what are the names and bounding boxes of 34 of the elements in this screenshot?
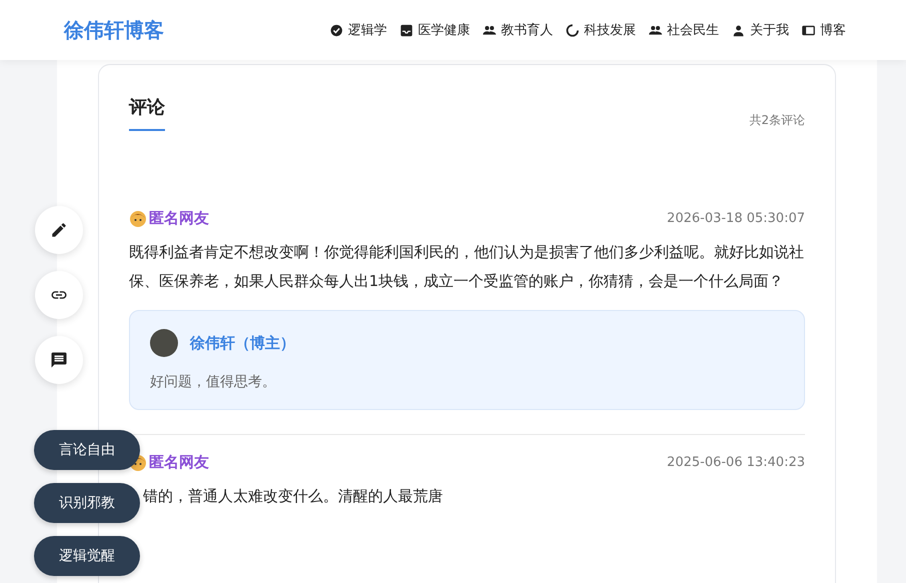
comment-icon: [50, 351, 68, 369]
tag-button[interactable]: 逻辑觉醒: [34, 536, 140, 576]
nav-link[interactable]: 医学健康: [400, 21, 470, 39]
floating-action-button[interactable]: [35, 206, 83, 254]
pencil-icon: [50, 221, 68, 239]
card-icon: [802, 24, 815, 36]
comment-time: 2025-06-06 13:40:23: [666, 455, 805, 470]
check-circle-icon: [330, 24, 343, 36]
tag-button[interactable]: 识别邪教: [34, 483, 140, 523]
person-icon: [732, 24, 745, 36]
reply-author: 徐伟轩（博主）: [190, 334, 295, 352]
nav-link[interactable]: 科技发展: [566, 21, 636, 39]
comment-author: 匿名网友: [149, 453, 209, 472]
nav-link[interactable]: 博客: [802, 21, 846, 39]
people-icon: [483, 24, 496, 36]
reply-text: 好问题，值得思考。: [150, 373, 277, 391]
comment-text: 既得利益者肯定不想改变啊！你觉得能利国利民的，他们认为是损害了他们多少利益呢。就好比如说社保、医保养老，如果人民群众每人出1块钱，成立一个受监管的账户，你猜猜，会是一个什么局面？: [129, 242, 805, 292]
nav-link[interactable]: 关于我: [732, 21, 789, 39]
inbox-icon: [400, 24, 413, 36]
nav-link[interactable]: 教书育人: [483, 21, 553, 39]
tag-button[interactable]: 言论自由: [34, 430, 140, 470]
comment-time: 2026-03-18 05:30:07: [666, 211, 805, 226]
nav-link[interactable]: 逻辑学: [330, 21, 387, 39]
cartoon-avatar-icon: [129, 210, 147, 228]
nav-link[interactable]: 社会民生: [649, 21, 719, 39]
section-title: 评论: [129, 95, 165, 131]
loading-ring-icon: [566, 24, 579, 36]
people-icon: [649, 24, 662, 36]
comment-count: 共2条评论: [749, 112, 805, 129]
avatar-placeholder: [150, 329, 178, 357]
comment-text: 错的，普通人太难改变什么。清醒的人最荒唐: [142, 486, 444, 507]
site-logo[interactable]: 徐伟轩博客: [64, 16, 164, 44]
floating-action-button[interactable]: [35, 336, 83, 384]
comment-author: 匿名网友: [149, 209, 209, 228]
